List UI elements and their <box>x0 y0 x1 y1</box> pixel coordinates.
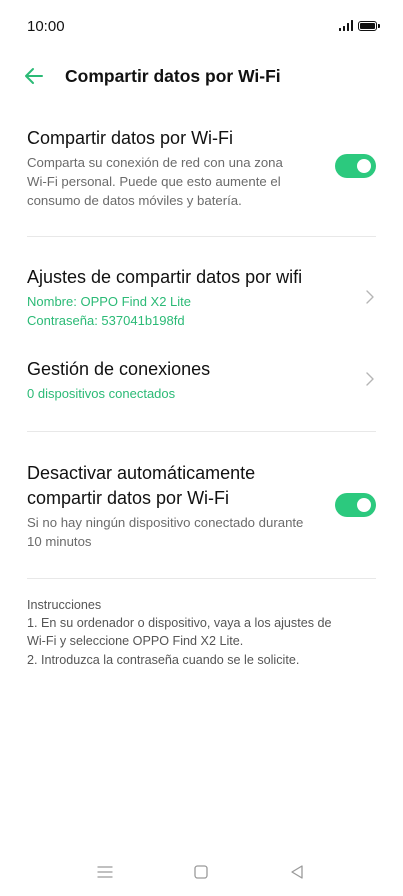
status-icons <box>338 20 380 31</box>
divider <box>27 431 376 432</box>
status-time: 10:00 <box>27 18 65 35</box>
app-header: Compartir datos por Wi-Fi <box>0 56 403 96</box>
status-bar: 10:00 <box>0 0 403 52</box>
hotspot-settings-title: Ajustes de compartir datos por wifi <box>27 267 303 287</box>
chevron-right-icon <box>366 290 374 304</box>
hotspot-password: Contraseña: 537041b198fd <box>27 313 185 328</box>
instructions-step-2: 2. Introduzca la contraseña cuando se le… <box>27 652 300 667</box>
instructions-heading: Instrucciones <box>27 598 102 612</box>
divider <box>27 578 376 579</box>
arrow-left-icon[interactable] <box>22 64 46 88</box>
home-square-icon[interactable] <box>191 862 211 882</box>
auto-off-toggle[interactable] <box>335 493 376 517</box>
instructions: Instrucciones 1. En su ordenador o dispo… <box>27 596 377 669</box>
hotspot-title: Compartir datos por Wi-Fi <box>27 128 234 148</box>
hotspot-toggle[interactable] <box>335 154 376 178</box>
auto-off-title-line2: compartir datos por Wi-Fi <box>27 488 230 508</box>
chevron-right-icon <box>366 372 374 386</box>
hotspot-description: Comparta su conexión de red con una zona… <box>27 155 283 208</box>
connections-status: 0 dispositivos conectados <box>27 386 176 401</box>
divider <box>27 236 376 237</box>
signal-icon <box>338 20 353 31</box>
toggle-knob <box>357 498 371 512</box>
toggle-knob <box>357 159 371 173</box>
menu-icon[interactable] <box>95 862 115 882</box>
page-title: Compartir datos por Wi-Fi <box>65 66 281 86</box>
battery-icon <box>358 21 380 31</box>
auto-off-title-line1: Desactivar automáticamente <box>27 463 256 483</box>
system-nav-bar <box>0 852 403 892</box>
hotspot-name: Nombre: OPPO Find X2 Lite <box>27 294 192 309</box>
auto-off-description: Si no hay ningún dispositivo conectado d… <box>27 515 304 549</box>
instructions-step-1: 1. En su ordenador o dispositivo, vaya a… <box>27 616 332 649</box>
back-triangle-icon[interactable] <box>287 862 307 882</box>
connections-title: Gestión de conexiones <box>27 359 211 379</box>
